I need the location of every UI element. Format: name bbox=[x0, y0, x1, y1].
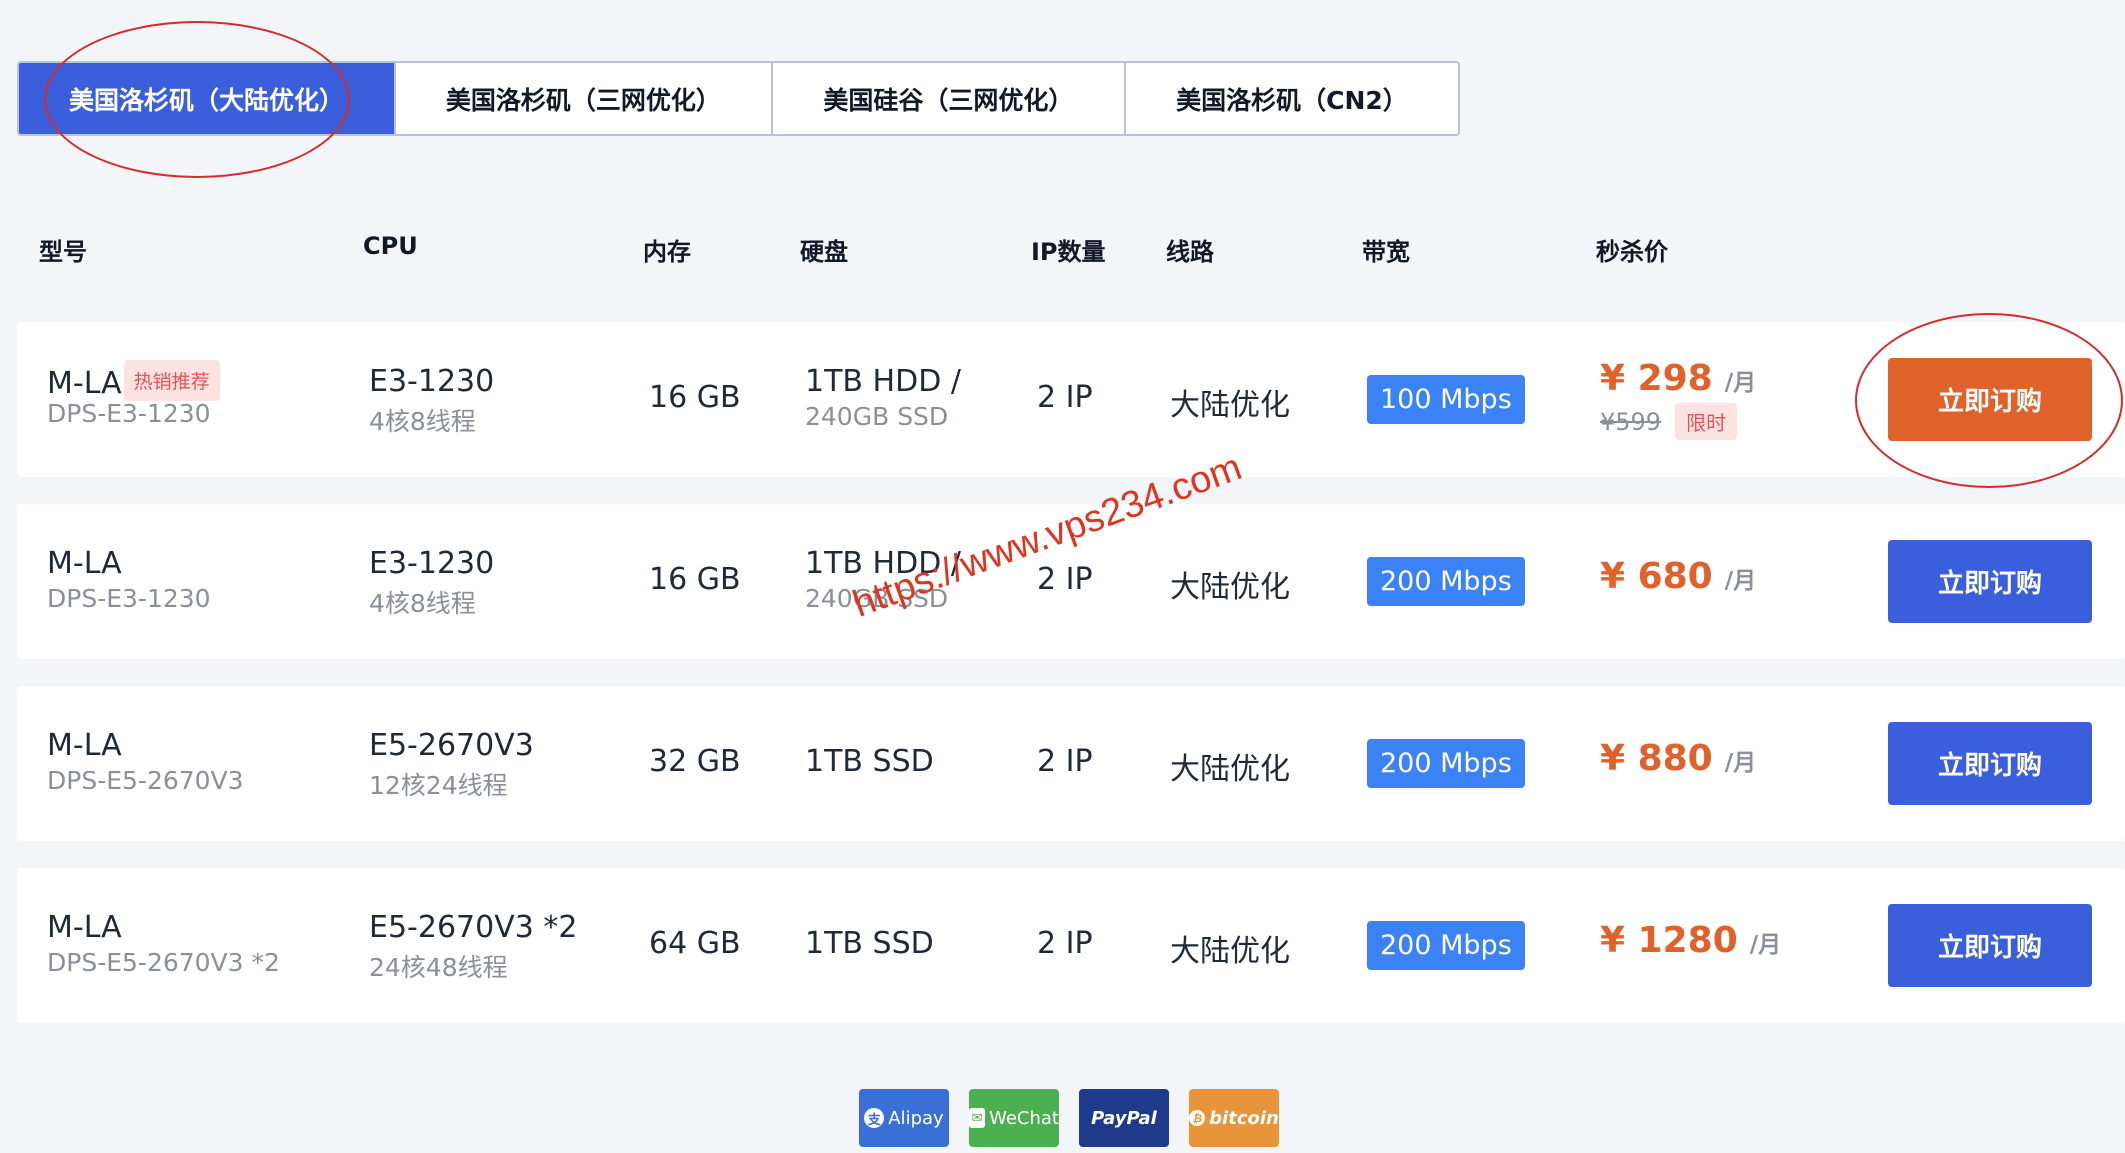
price-value: ¥ 680 bbox=[1600, 556, 1713, 597]
hot-badge: 热销推荐 bbox=[123, 360, 220, 401]
line-value: 大陆优化 bbox=[1170, 934, 1290, 969]
header-memory: 内存 bbox=[643, 238, 691, 266]
cpu-cell: E3-1230 4核8线程 bbox=[369, 364, 494, 438]
cpu-cell: E5-2670V3 12核24线程 bbox=[369, 728, 534, 802]
cpu-model: E3-1230 bbox=[369, 546, 495, 581]
wechat-icon: ✉ bbox=[969, 1108, 986, 1128]
cpu-cell: E3-1230 4核8线程 bbox=[369, 546, 494, 620]
payment-bitcoin: ₿ bitcoin bbox=[1189, 1089, 1279, 1147]
pricing-page: 美国洛杉矶（大陆优化） 美国洛杉矶（三网优化） 美国硅谷（三网优化） 美国洛杉矶… bbox=[0, 0, 2125, 1153]
cpu-model: E5-2670V3 bbox=[369, 728, 534, 763]
payment-label: Alipay bbox=[888, 1107, 944, 1129]
payment-paypal: PayPal bbox=[1079, 1089, 1169, 1147]
disk-cell: 1TB HDD / 240GB SSD bbox=[805, 364, 961, 431]
tab-sv-threenet[interactable]: 美国硅谷（三网优化） bbox=[773, 63, 1126, 134]
header-cpu: CPU bbox=[363, 232, 418, 260]
limited-badge: 限时 bbox=[1675, 403, 1738, 440]
cpu-threads: 4核8线程 bbox=[369, 407, 476, 436]
tab-la-threenet[interactable]: 美国洛杉矶（三网优化） bbox=[396, 63, 773, 134]
header-price: 秒杀价 bbox=[1596, 238, 1668, 266]
price-cell: ¥ 680/月 bbox=[1600, 556, 1756, 597]
order-annotation-circle bbox=[1855, 313, 2123, 488]
order-button[interactable]: 立即订购 bbox=[1888, 904, 2092, 987]
payment-label: WeChat bbox=[989, 1107, 1059, 1129]
bandwidth-cell: 200 Mbps bbox=[1367, 557, 1525, 606]
model-code: DPS-E5-2670V3 *2 bbox=[47, 948, 280, 977]
cpu-model: E5-2670V3 *2 bbox=[369, 910, 578, 945]
table-row: M-LA DPS-E5-2670V3 *2 E5-2670V3 *2 24核48… bbox=[17, 868, 2125, 1023]
memory-value: 64 GB bbox=[649, 926, 741, 961]
model-cell: M-LA DPS-E5-2670V3 bbox=[47, 728, 244, 795]
header-disk: 硬盘 bbox=[800, 238, 848, 266]
alipay-icon: 支 bbox=[864, 1108, 885, 1128]
model-code: DPS-E3-1230 bbox=[47, 584, 211, 613]
header-ip: IP数量 bbox=[1031, 238, 1106, 266]
payment-label: PayPal bbox=[1091, 1107, 1157, 1129]
table-row: M-LA DPS-E5-2670V3 E5-2670V3 12核24线程 32 … bbox=[17, 686, 2125, 841]
tab-annotation-circle bbox=[44, 21, 350, 178]
payment-wechat: ✉ WeChat bbox=[969, 1089, 1059, 1147]
price-value: ¥ 880 bbox=[1600, 738, 1713, 779]
ip-value: 2 IP bbox=[1037, 380, 1093, 415]
table-row: M-LA 热销推荐 DPS-E3-1230 E3-1230 4核8线程 16 GB… bbox=[17, 322, 2125, 477]
bandwidth-badge: 200 Mbps bbox=[1367, 557, 1525, 606]
model-name: M-LA bbox=[47, 366, 122, 401]
original-price: ¥599 bbox=[1600, 408, 1662, 436]
line-value: 大陆优化 bbox=[1170, 752, 1290, 787]
header-bandwidth: 带宽 bbox=[1362, 238, 1410, 266]
memory-value: 16 GB bbox=[649, 562, 741, 597]
price-unit: /月 bbox=[1724, 370, 1757, 396]
cpu-cell: E5-2670V3 *2 24核48线程 bbox=[369, 910, 577, 984]
disk-primary: 1TB SSD bbox=[805, 926, 934, 961]
memory-value: 16 GB bbox=[649, 380, 741, 415]
line-value: 大陆优化 bbox=[1170, 388, 1290, 423]
table-header: 型号 CPU 内存 硬盘 IP数量 线路 带宽 秒杀价 bbox=[0, 232, 2125, 272]
cpu-threads: 24核48线程 bbox=[369, 953, 508, 982]
cpu-model: E3-1230 bbox=[369, 364, 495, 399]
price-unit: /月 bbox=[1724, 750, 1757, 776]
bandwidth-cell: 200 Mbps bbox=[1367, 921, 1525, 970]
line-value: 大陆优化 bbox=[1170, 570, 1290, 605]
model-name: M-LA bbox=[47, 546, 122, 581]
bandwidth-cell: 200 Mbps bbox=[1367, 739, 1525, 788]
price-value: ¥ 298 bbox=[1600, 358, 1713, 399]
disk-primary: 1TB HDD / bbox=[805, 364, 961, 399]
bandwidth-badge: 200 Mbps bbox=[1367, 921, 1525, 970]
bandwidth-cell: 100 Mbps bbox=[1367, 375, 1525, 424]
payment-label: bitcoin bbox=[1209, 1107, 1279, 1129]
price-cell: ¥ 880/月 bbox=[1600, 738, 1756, 779]
payment-alipay: 支 Alipay bbox=[859, 1089, 949, 1147]
model-code: DPS-E3-1230 bbox=[47, 399, 211, 428]
order-button[interactable]: 立即订购 bbox=[1888, 540, 2092, 623]
cpu-threads: 12核24线程 bbox=[369, 771, 508, 800]
ip-value: 2 IP bbox=[1037, 744, 1093, 779]
ip-value: 2 IP bbox=[1037, 926, 1093, 961]
price-unit: /月 bbox=[1724, 568, 1757, 594]
model-code: DPS-E5-2670V3 bbox=[47, 766, 244, 795]
price-unit: /月 bbox=[1749, 932, 1782, 958]
ip-value: 2 IP bbox=[1037, 562, 1093, 597]
price-cell: ¥ 1280/月 bbox=[1600, 920, 1781, 961]
price-cell: ¥ 298/月 ¥599 限时 bbox=[1600, 358, 1756, 440]
bandwidth-badge: 200 Mbps bbox=[1367, 739, 1525, 788]
price-value: ¥ 1280 bbox=[1600, 920, 1738, 961]
model-cell: M-LA DPS-E3-1230 bbox=[47, 546, 211, 613]
model-name: M-LA bbox=[47, 910, 122, 945]
bandwidth-badge: 100 Mbps bbox=[1367, 375, 1525, 424]
order-button[interactable]: 立即订购 bbox=[1888, 722, 2092, 805]
header-model: 型号 bbox=[39, 238, 87, 266]
model-cell: M-LA 热销推荐 DPS-E3-1230 bbox=[47, 360, 220, 428]
cpu-threads: 4核8线程 bbox=[369, 589, 476, 618]
disk-primary: 1TB SSD bbox=[805, 744, 934, 779]
disk-secondary: 240GB SSD bbox=[805, 402, 949, 431]
header-line: 线路 bbox=[1166, 238, 1214, 266]
tab-la-cn2[interactable]: 美国洛杉矶（CN2） bbox=[1126, 63, 1458, 134]
memory-value: 32 GB bbox=[649, 744, 741, 779]
model-cell: M-LA DPS-E5-2670V3 *2 bbox=[47, 910, 280, 977]
bitcoin-icon: ₿ bbox=[1189, 1110, 1206, 1126]
model-name: M-LA bbox=[47, 728, 122, 763]
